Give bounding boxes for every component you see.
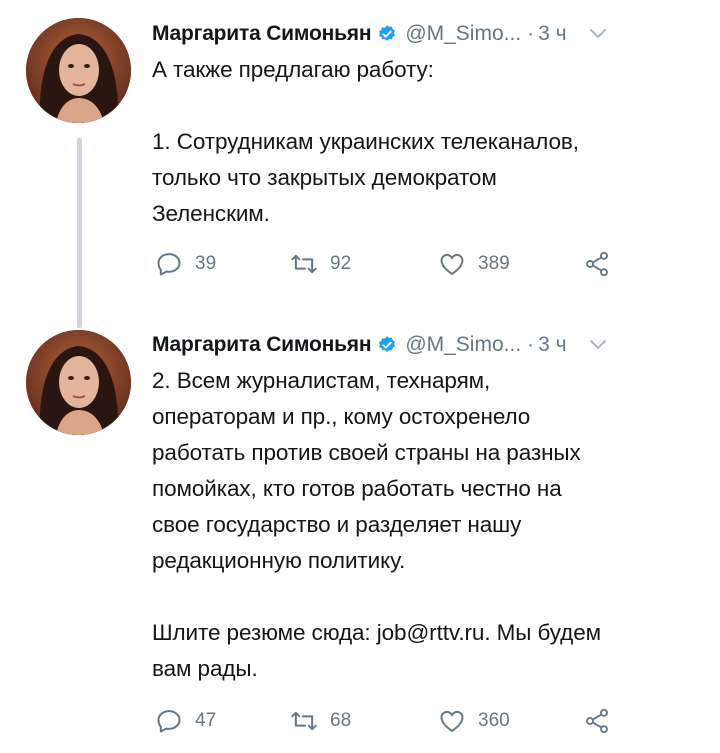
share-button[interactable] (583, 250, 611, 278)
like-count: 389 (478, 253, 510, 274)
thread-connector-line (77, 138, 82, 328)
heart-icon (440, 710, 464, 732)
heart-icon (440, 253, 464, 275)
like-button[interactable]: 389 (438, 250, 583, 278)
tweet-actions: 47 68 360 (155, 703, 611, 739)
separator-dot: · (527, 333, 535, 356)
retweet-icon (291, 711, 317, 731)
reply-icon (157, 253, 181, 276)
like-button[interactable]: 360 (438, 707, 583, 735)
author-handle[interactable]: @M_Simo... (405, 22, 521, 46)
retweet-icon (291, 254, 317, 274)
timestamp[interactable]: 3 ч (538, 333, 566, 357)
share-icon (586, 708, 608, 734)
retweet-button[interactable]: 92 (290, 250, 438, 278)
tweet-text: А также предлагаю работу: 1. Сотрудникам… (152, 57, 579, 226)
reply-count: 47 (195, 710, 217, 731)
tweet-header: Маргарита Симоньян @M_Simo... · 3 ч (152, 327, 710, 363)
tweet-actions: 39 92 389 (155, 246, 611, 282)
author-name[interactable]: Маргарита Симоньян (152, 333, 372, 357)
retweet-button[interactable]: 68 (290, 707, 438, 735)
avatar[interactable] (26, 18, 131, 123)
reply-count: 39 (195, 253, 217, 274)
verified-badge-icon (379, 336, 396, 352)
retweet-count: 68 (330, 710, 352, 731)
author-name[interactable]: Маргарита Симоньян (152, 22, 372, 46)
timestamp[interactable]: 3 ч (538, 22, 566, 46)
author-handle[interactable]: @M_Simo... (405, 333, 521, 357)
chevron-down-icon[interactable] (589, 28, 607, 40)
tweet-header: Маргарита Симоньян @M_Simo... · 3 ч (152, 16, 710, 52)
like-count: 360 (478, 710, 510, 731)
share-icon (586, 251, 608, 277)
chevron-down-icon[interactable] (589, 339, 607, 351)
verified-badge-icon (379, 25, 396, 41)
reply-button[interactable]: 39 (155, 250, 290, 278)
reply-button[interactable]: 47 (155, 707, 290, 735)
retweet-count: 92 (330, 253, 352, 274)
share-button[interactable] (583, 707, 611, 735)
separator-dot: · (527, 22, 535, 45)
reply-icon (157, 710, 181, 733)
tweet-text: 2. Всем журналистам, технарям, оператора… (152, 368, 601, 681)
avatar[interactable] (26, 330, 131, 435)
